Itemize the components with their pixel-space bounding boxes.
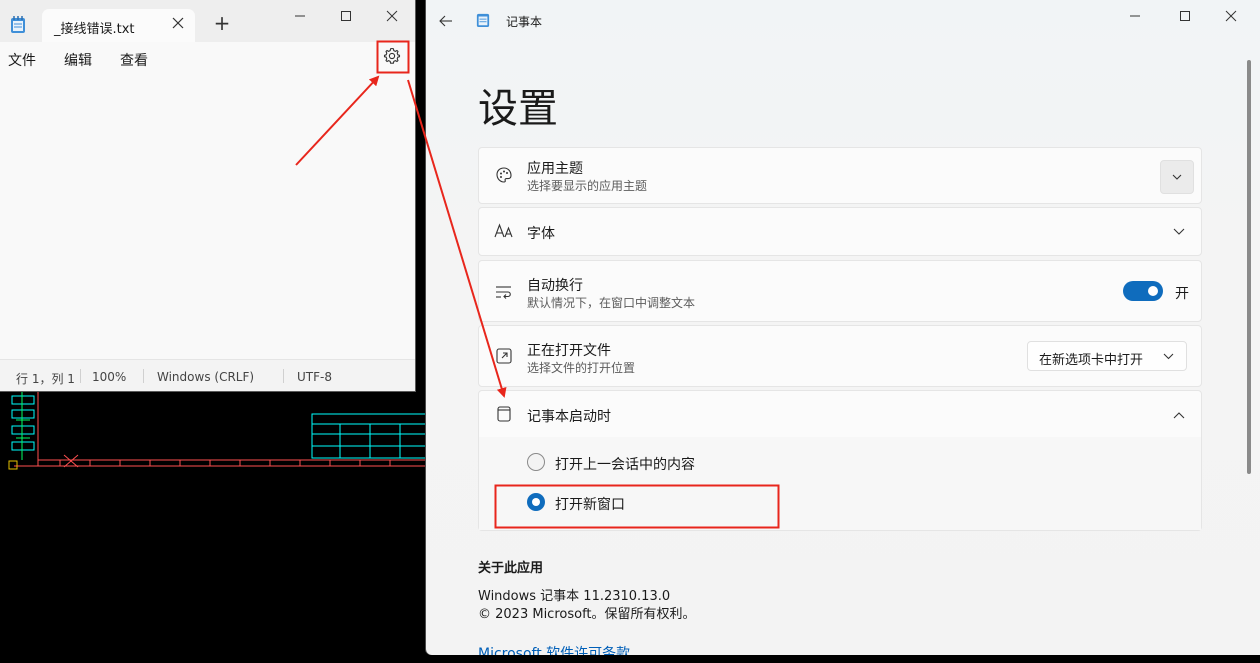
theme-subtitle: 选择要显示的应用主题 xyxy=(527,179,648,193)
maximize-icon xyxy=(1180,11,1190,21)
menu-edit[interactable]: 编辑 xyxy=(64,50,92,70)
minimize-button[interactable] xyxy=(1112,0,1158,32)
startup-setting: 记事本启动时 打开上一会话中的内容 打开新窗口 xyxy=(478,390,1202,531)
theme-setting[interactable]: 应用主题 选择要显示的应用主题 xyxy=(478,147,1202,204)
startup-title: 记事本启动时 xyxy=(527,409,611,425)
open-files-subtitle: 选择文件的打开位置 xyxy=(527,361,636,375)
word-wrap-setting: 自动换行 默认情况下，在窗口中调整文本 开 xyxy=(478,260,1202,322)
word-wrap-title: 自动换行 xyxy=(527,278,583,294)
chevron-up-icon xyxy=(1173,412,1185,419)
palette-icon xyxy=(496,167,512,183)
maximize-button[interactable] xyxy=(323,0,369,32)
radio-new-window[interactable] xyxy=(527,493,545,511)
text-editor[interactable] xyxy=(0,75,415,358)
status-position: 行 1，列 1 xyxy=(16,372,75,386)
status-zoom: 100% xyxy=(92,370,127,384)
radio-new-window-label: 打开新窗口 xyxy=(555,497,625,513)
about-heading: 关于此应用 xyxy=(478,561,544,576)
close-button[interactable] xyxy=(369,0,415,32)
close-button[interactable] xyxy=(1208,0,1254,32)
startup-header[interactable]: 记事本启动时 xyxy=(479,391,1201,438)
window-title: 记事本 xyxy=(506,15,543,29)
status-bar: 行 1，列 1 100% Windows (CRLF) UTF-8 xyxy=(0,359,415,391)
open-files-selected: 在新选项卡中打开 xyxy=(1039,353,1144,368)
status-encoding: UTF-8 xyxy=(297,370,332,384)
close-icon[interactable] xyxy=(170,15,186,31)
tab-title: _接线错误.txt xyxy=(54,22,135,37)
notepad-window: _接线错误.txt + 文件 编辑 查看 行 1，列 1 100% Window… xyxy=(0,0,415,391)
chevron-down-icon xyxy=(1172,174,1182,180)
window-icon xyxy=(497,406,511,422)
status-line-ending: Windows (CRLF) xyxy=(157,370,255,384)
notepad-tab[interactable]: _接线错误.txt xyxy=(42,9,195,42)
page-title: 设置 xyxy=(478,86,558,132)
font-setting[interactable]: 字体 xyxy=(478,207,1202,256)
open-files-title: 正在打开文件 xyxy=(527,343,611,359)
word-wrap-state: 开 xyxy=(1175,286,1189,302)
theme-expand-button[interactable] xyxy=(1160,160,1194,194)
settings-window: 记事本 设置 应用主题 选择要显示的应用主题 字体 自动换行 默认情况下，在窗口… xyxy=(426,0,1260,655)
scrollbar[interactable] xyxy=(1247,60,1251,474)
about-version: Windows 记事本 11.2310.13.0 xyxy=(478,589,671,604)
close-icon xyxy=(386,10,398,22)
open-files-dropdown[interactable]: 在新选项卡中打开 xyxy=(1027,341,1187,371)
back-arrow-icon[interactable] xyxy=(438,13,454,29)
minimize-button[interactable] xyxy=(277,0,323,32)
radio-previous-session-label: 打开上一会话中的内容 xyxy=(555,457,695,473)
word-wrap-subtitle: 默认情况下，在窗口中调整文本 xyxy=(527,296,696,310)
notepad-app-icon xyxy=(11,16,25,33)
word-wrap-icon xyxy=(496,286,511,299)
about-copyright: © 2023 Microsoft。保留所有权利。 xyxy=(478,607,696,622)
theme-title: 应用主题 xyxy=(527,161,583,177)
minimize-icon xyxy=(1130,15,1140,17)
open-in-window-icon xyxy=(496,348,512,364)
chevron-down-icon xyxy=(1173,228,1185,235)
new-tab-button[interactable]: + xyxy=(212,13,232,34)
license-link[interactable]: Microsoft 软件许可条款 xyxy=(478,643,630,655)
gear-icon[interactable] xyxy=(382,46,402,66)
maximize-button[interactable] xyxy=(1162,0,1208,32)
chevron-down-icon xyxy=(1163,353,1174,360)
minimize-icon xyxy=(295,15,305,17)
close-icon xyxy=(1225,10,1237,22)
menu-file[interactable]: 文件 xyxy=(8,50,36,70)
open-files-setting: 正在打开文件 选择文件的打开位置 在新选项卡中打开 xyxy=(478,325,1202,387)
notepad-app-icon xyxy=(476,13,490,27)
menu-view[interactable]: 查看 xyxy=(120,50,148,70)
radio-previous-session[interactable] xyxy=(527,453,545,471)
font-icon xyxy=(494,223,513,238)
maximize-icon xyxy=(341,11,351,21)
startup-options: 打开上一会话中的内容 打开新窗口 xyxy=(479,437,1201,530)
word-wrap-toggle[interactable] xyxy=(1123,281,1163,301)
font-title: 字体 xyxy=(527,226,555,242)
